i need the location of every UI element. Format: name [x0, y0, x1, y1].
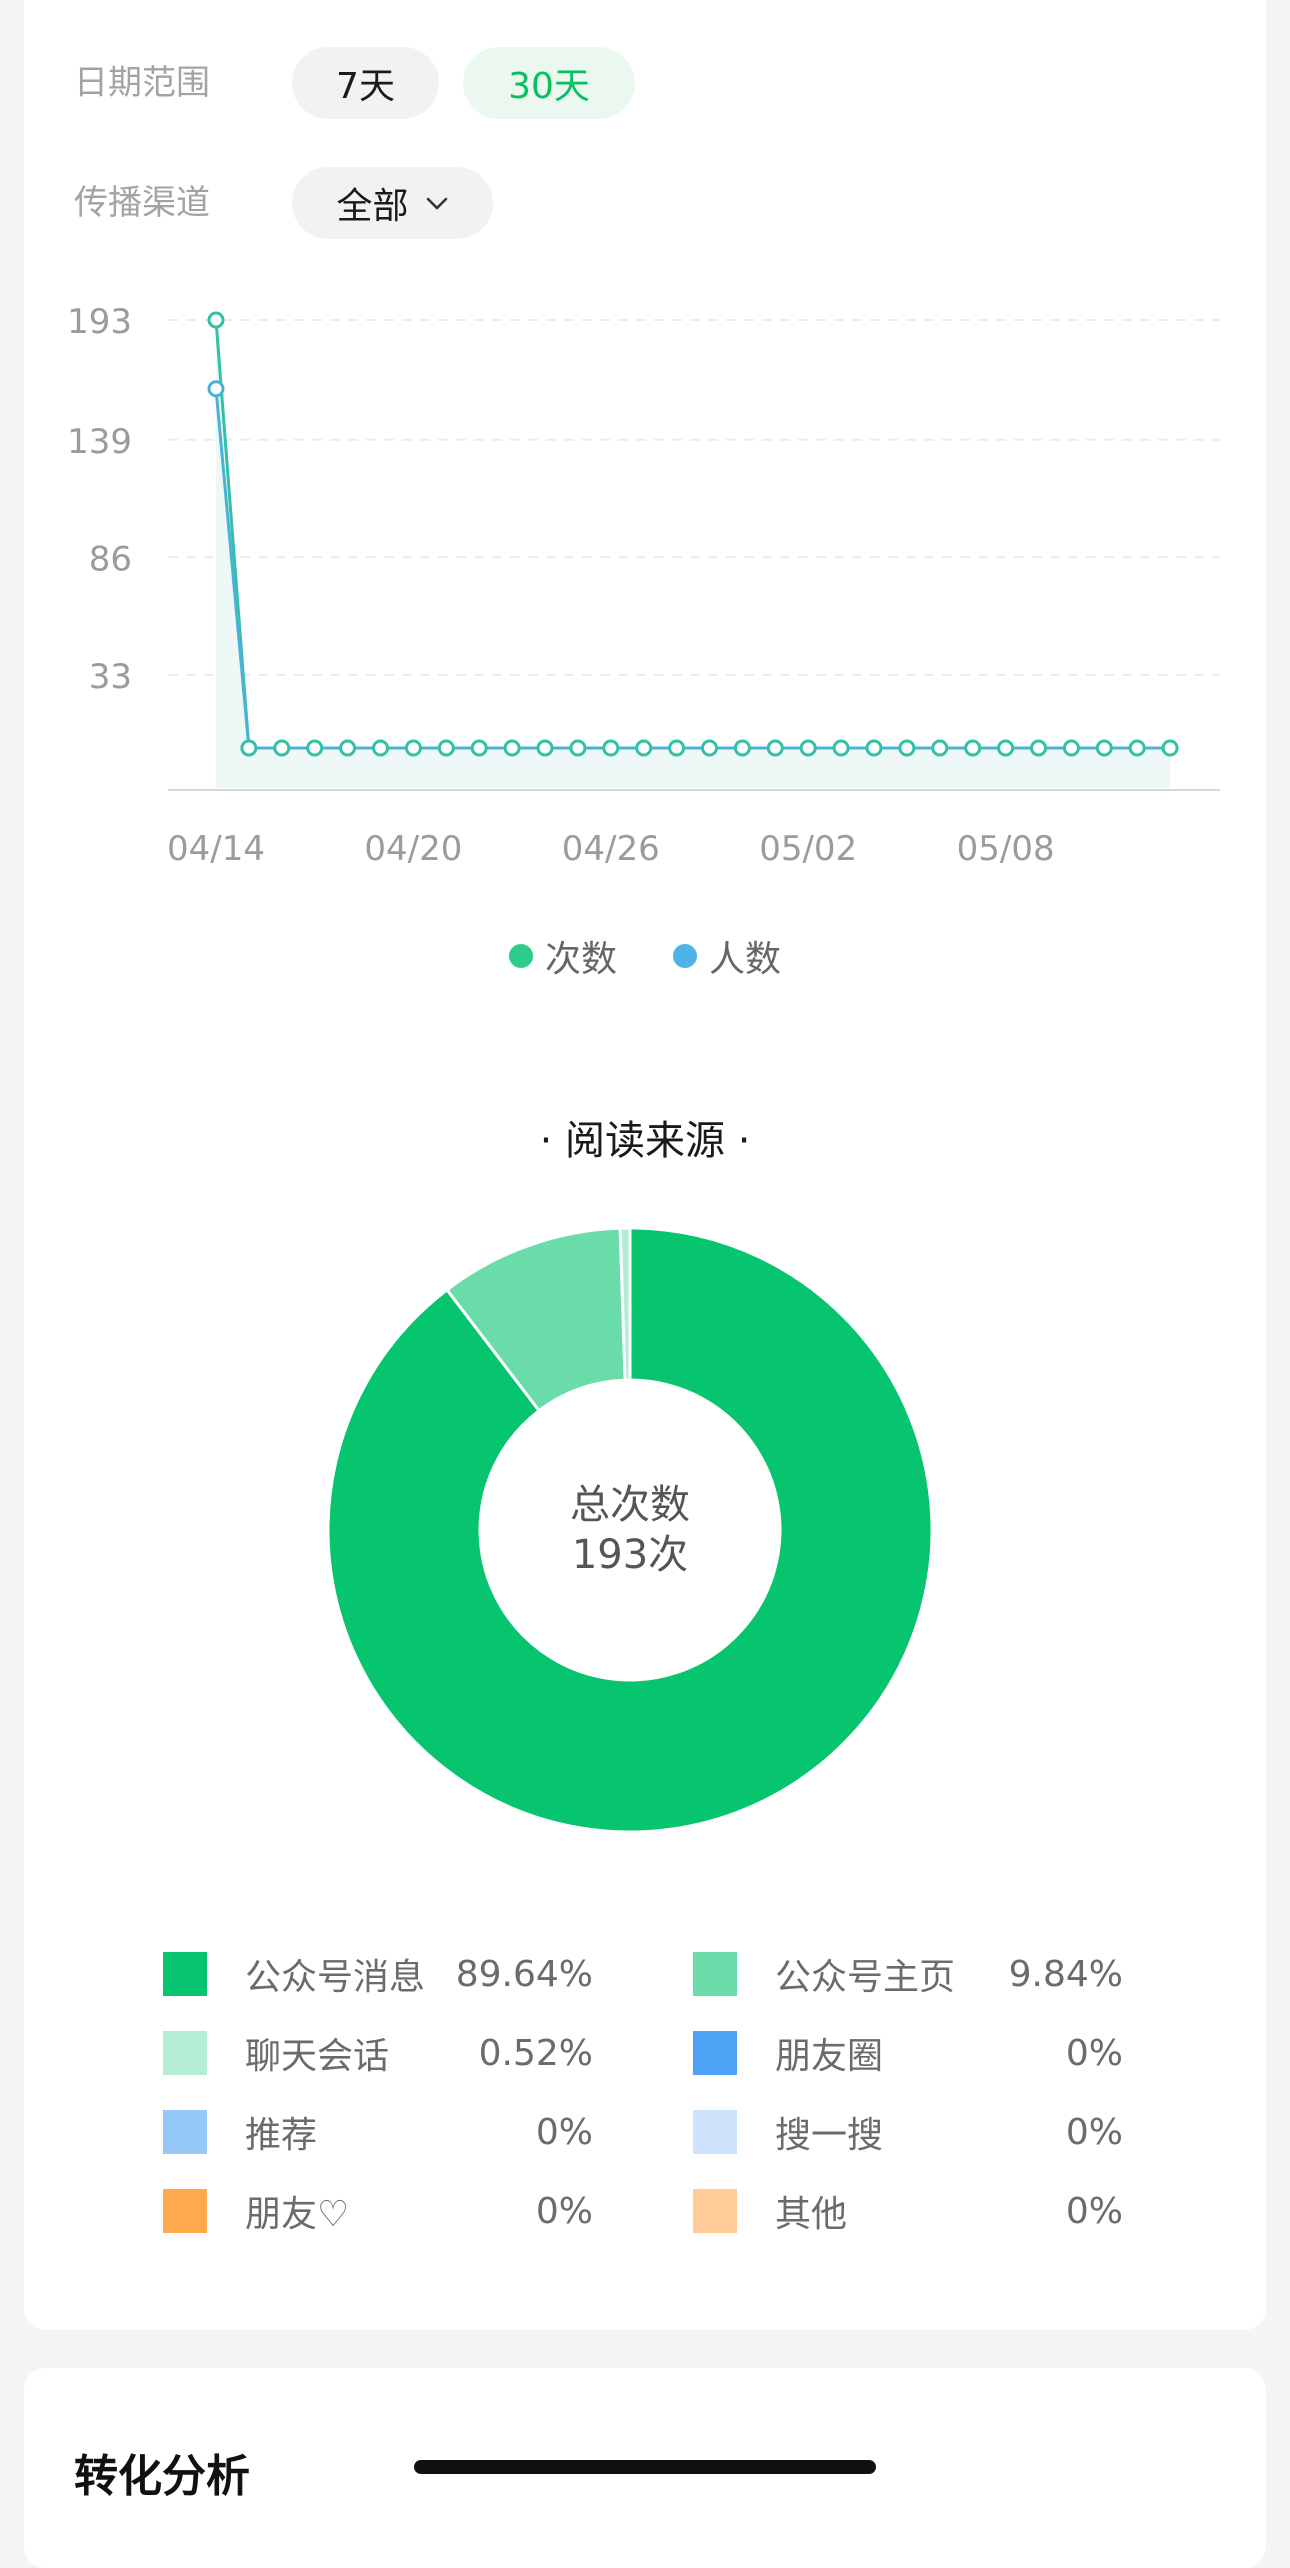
- legend-name: 朋友圈: [775, 2036, 884, 2077]
- legend-name: 其他: [775, 2194, 848, 2235]
- legend-item[interactable]: 其他 0%: [693, 2187, 1123, 2235]
- data-point[interactable]: [273, 739, 291, 757]
- legend-swatch: [693, 2031, 737, 2075]
- x-tick-label: 04/26: [562, 829, 660, 869]
- x-tick-label: 05/02: [759, 829, 857, 869]
- legend-percent: 0.52%: [478, 2032, 593, 2074]
- data-point[interactable]: [799, 739, 817, 757]
- legend-item[interactable]: 公众号主页 9.84%: [693, 1950, 1123, 1998]
- y-tick-label: 86: [89, 539, 132, 579]
- legend-percent: 0%: [1065, 2032, 1123, 2074]
- data-point[interactable]: [964, 739, 982, 757]
- data-point[interactable]: [931, 739, 949, 757]
- data-point[interactable]: [701, 739, 718, 757]
- legend-swatch: [163, 2189, 207, 2233]
- data-point[interactable]: [1030, 739, 1047, 757]
- legend-percent: 0%: [535, 2111, 593, 2153]
- legend-swatch: [163, 1952, 207, 1996]
- data-point[interactable]: [602, 739, 620, 757]
- legend-item[interactable]: 朋友圈 0%: [693, 2029, 1123, 2077]
- legend-percent: 0%: [535, 2190, 593, 2232]
- data-point[interactable]: [470, 739, 488, 757]
- legend-name: 推荐: [245, 2115, 318, 2156]
- legend-name: 搜一搜: [775, 2115, 884, 2156]
- legend-percent: 0%: [1065, 2111, 1123, 2153]
- data-point[interactable]: [865, 739, 883, 757]
- data-point[interactable]: [1095, 739, 1113, 757]
- legend-label-people: 人数: [709, 939, 782, 980]
- x-tick-label: 04/20: [364, 829, 462, 869]
- data-point[interactable]: [635, 739, 653, 757]
- conversion-analysis-title: 转化分析: [74, 2451, 250, 2502]
- data-point[interactable]: [997, 739, 1015, 757]
- read-source-title: · 阅读来源 ·: [539, 1118, 751, 1164]
- read-source-donut: 总次数 193次: [325, 1225, 935, 1835]
- legend-percent: 9.84%: [1008, 1953, 1123, 1995]
- series-line-people: [214, 388, 1171, 750]
- data-point[interactable]: [372, 739, 389, 757]
- legend-swatch: [693, 2189, 737, 2233]
- legend-item[interactable]: 搜一搜 0%: [693, 2108, 1123, 2156]
- legend-dot-count: [508, 944, 533, 968]
- legend-percent: 0%: [1065, 2190, 1123, 2232]
- data-point[interactable]: [832, 739, 850, 757]
- read-trend-line-chart: 193 139 86 33 04/14 04/20 04/26 05/02 05/08: [67, 302, 1220, 869]
- y-tick-label: 193: [67, 302, 132, 342]
- legend-item-count[interactable]: 次数: [508, 930, 617, 982]
- data-point[interactable]: [306, 739, 324, 757]
- data-point[interactable]: [1062, 739, 1080, 757]
- series-line-count: [214, 319, 1171, 750]
- data-point[interactable]: [207, 311, 225, 329]
- x-tick-label: 04/14: [167, 829, 265, 869]
- legend-name: 公众号主页: [775, 1957, 956, 1998]
- data-point[interactable]: [503, 739, 521, 757]
- legend-swatch: [163, 2110, 207, 2154]
- data-point[interactable]: [898, 739, 916, 757]
- data-point[interactable]: [1161, 739, 1179, 757]
- legend-swatch: [163, 2031, 207, 2075]
- data-point[interactable]: [404, 739, 422, 757]
- data-point[interactable]: [733, 739, 751, 757]
- legend-item[interactable]: 公众号消息 89.64%: [163, 1950, 593, 1998]
- donut-center-text: 总次数 193次: [325, 1225, 935, 1835]
- legend-item[interactable]: 聊天会话 0.52%: [163, 2029, 593, 2077]
- legend-name: 朋友♡: [245, 2194, 350, 2235]
- legend-item[interactable]: 推荐 0%: [163, 2108, 593, 2156]
- legend-name: 聊天会话: [245, 2036, 390, 2077]
- x-tick-label: 05/08: [957, 829, 1055, 869]
- data-point[interactable]: [766, 739, 784, 757]
- data-point[interactable]: [437, 739, 455, 757]
- legend-name: 公众号消息: [245, 1957, 426, 1998]
- home-indicator: [414, 2460, 876, 2474]
- data-point[interactable]: [536, 739, 554, 757]
- series-area: [216, 320, 1171, 788]
- y-tick-label: 33: [89, 657, 132, 697]
- data-point[interactable]: [1128, 739, 1146, 757]
- data-point[interactable]: [668, 739, 686, 757]
- y-tick-label: 139: [67, 422, 132, 462]
- donut-center-value: 193次: [571, 1532, 689, 1578]
- legend-swatch: [693, 1952, 737, 1996]
- legend-percent: 89.64%: [455, 1953, 593, 1995]
- data-point[interactable]: [240, 739, 258, 757]
- legend-dot-people: [673, 944, 697, 968]
- read-source-title-text: 阅读来源: [565, 1118, 725, 1164]
- data-point[interactable]: [569, 739, 587, 757]
- legend-swatch: [693, 2110, 737, 2154]
- legend-label-count: 次数: [544, 939, 617, 980]
- trend-legend: 次数 人数: [0, 930, 1290, 982]
- legend-item[interactable]: 朋友♡ 0%: [163, 2187, 593, 2235]
- donut-center-label: 总次数: [570, 1482, 690, 1528]
- data-point[interactable]: [339, 739, 357, 757]
- legend-item-people[interactable]: 人数: [673, 930, 781, 982]
- data-point[interactable]: [207, 380, 225, 398]
